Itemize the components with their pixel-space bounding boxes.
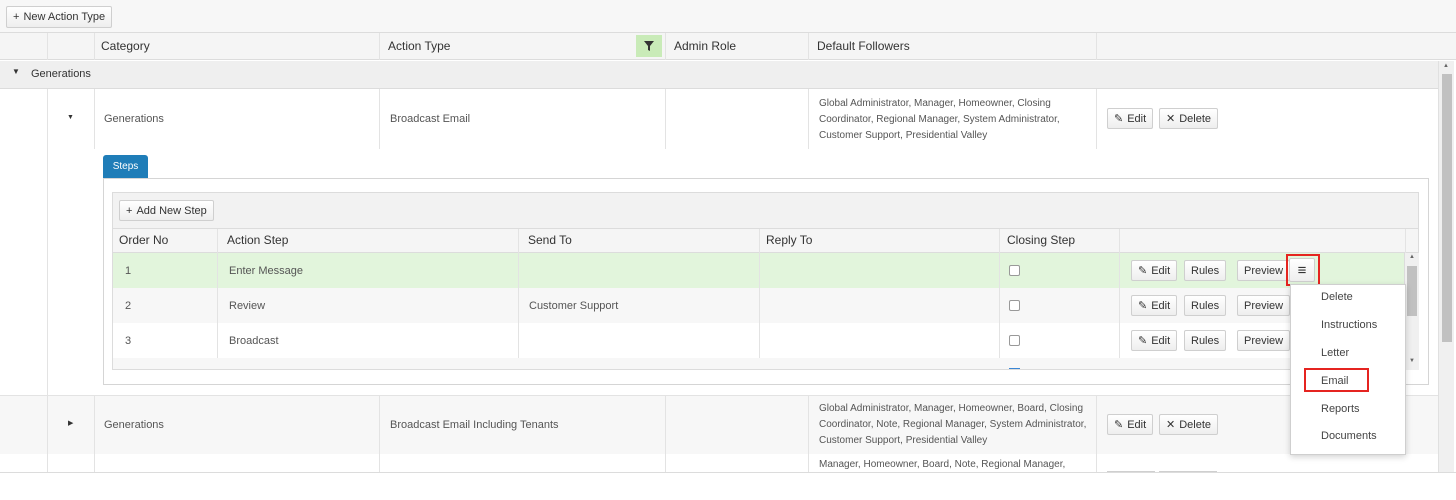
group-label: Generations [31, 68, 91, 80]
edit-step-button[interactable]: ✎ Edit [1131, 260, 1178, 281]
edit-action-type-button[interactable]: ✎ Edit [1107, 108, 1154, 129]
header-action-type[interactable]: Action Type [388, 33, 450, 59]
edit-action-type-button[interactable]: ✎ Edit [1107, 414, 1154, 435]
new-action-type-button[interactable]: + New Action Type [6, 6, 113, 28]
step-send-to: Customer Support [529, 300, 619, 312]
menu-item-delete[interactable]: Delete [1321, 291, 1353, 303]
scroll-thumb[interactable] [1407, 266, 1417, 316]
header-send-to[interactable]: Send To [528, 228, 572, 252]
step-row-partial [112, 358, 1404, 370]
row-action-type: Broadcast Email [390, 113, 471, 125]
header-default-followers[interactable]: Default Followers [817, 33, 910, 59]
header-divider [94, 33, 95, 60]
plus-icon: + [126, 204, 133, 217]
partial-checkbox [1009, 368, 1020, 369]
pencil-icon: ✎ [1138, 335, 1148, 347]
step-order: 3 [125, 335, 132, 347]
header-order-no[interactable]: Order No [119, 228, 168, 252]
closing-step-checkbox[interactable] [1009, 335, 1020, 346]
steps-toolbar [112, 192, 1419, 228]
expand-row-icon[interactable]: ▶ [68, 419, 73, 427]
highlight-more-actions [1286, 254, 1320, 286]
group-row[interactable]: ▼ Generations [0, 61, 1438, 89]
header-category[interactable]: Category [101, 33, 150, 59]
header-closing-step[interactable]: Closing Step [1007, 228, 1075, 252]
rules-step-button[interactable]: Rules [1184, 330, 1227, 351]
pencil-icon: ✎ [1138, 265, 1148, 277]
header-admin-role[interactable]: Admin Role [674, 33, 736, 59]
preview-step-button[interactable]: Preview [1237, 330, 1291, 351]
edit-step-button[interactable]: ✎ Edit [1131, 330, 1178, 351]
header-reply-to[interactable]: Reply To [766, 228, 812, 252]
delete-action-type-button[interactable]: ✕ Delete [1159, 414, 1219, 435]
closing-step-checkbox[interactable] [1009, 300, 1020, 311]
row-followers: Manager, Homeowner, Board, Note, Regiona… [819, 459, 1066, 470]
row-followers: Global Administrator, Manager, Homeowner… [819, 403, 1087, 446]
table-row-partial: Manager, Homeowner, Board, Note, Regiona… [0, 454, 1438, 472]
x-icon: ✕ [1166, 113, 1176, 125]
header-divider [1096, 33, 1097, 60]
preview-step-button[interactable]: Preview [1237, 295, 1291, 316]
pencil-icon: ✎ [1114, 113, 1124, 125]
step-order: 2 [125, 300, 132, 312]
menu-item-instructions[interactable]: Instructions [1321, 319, 1377, 331]
step-order: 1 [125, 265, 132, 277]
row-category: Generations [104, 419, 164, 431]
filter-icon [644, 41, 654, 51]
rules-step-button[interactable]: Rules [1184, 260, 1227, 281]
new-action-type-label: New Action Type [23, 11, 106, 23]
pencil-icon: ✎ [1114, 419, 1124, 431]
action-type-filter-button[interactable] [636, 35, 662, 57]
detail-divider [47, 149, 48, 395]
collapse-row-icon[interactable]: ▼ [67, 114, 74, 121]
tab-steps[interactable]: Steps [103, 155, 148, 178]
menu-item-reports[interactable]: Reports [1321, 403, 1360, 415]
step-name: Broadcast [229, 335, 279, 347]
table-row: ▶ Generations Broadcast Email Including … [0, 396, 1438, 454]
header-divider [808, 33, 809, 60]
table-row: ▼ Generations Broadcast Email Global Adm… [0, 89, 1438, 149]
scroll-down-arrow-icon[interactable]: ▼ [1409, 358, 1415, 364]
grid-footer [0, 472, 1456, 500]
x-icon: ✕ [1166, 419, 1176, 431]
edit-step-button[interactable]: ✎ Edit [1131, 295, 1178, 316]
step-name: Enter Message [229, 265, 303, 277]
steps-grid-header: Order No Action Step Send To Reply To Cl… [112, 228, 1419, 253]
row-action-type: Broadcast Email Including Tenants [390, 419, 559, 431]
main-scrollbar[interactable]: ▲ [1438, 61, 1454, 472]
row-followers: Global Administrator, Manager, Homeowner… [819, 98, 1060, 141]
pencil-icon: ✎ [1138, 300, 1148, 312]
add-new-step-button[interactable]: + Add New Step [119, 200, 214, 221]
plus-icon: + [13, 11, 20, 23]
highlight-email [1304, 368, 1369, 392]
row-category: Generations [104, 113, 164, 125]
main-grid-header: Category Action Type Admin Role Default … [0, 33, 1456, 60]
top-toolbar [0, 0, 1456, 33]
preview-step-button[interactable]: Preview [1237, 260, 1291, 281]
menu-item-letter[interactable]: Letter [1321, 347, 1349, 359]
scroll-up-arrow-icon[interactable]: ▲ [1409, 254, 1415, 260]
header-action-step[interactable]: Action Step [227, 228, 288, 252]
closing-step-checkbox[interactable] [1009, 265, 1020, 276]
scroll-up-arrow-icon[interactable]: ▲ [1443, 63, 1449, 69]
header-divider [47, 33, 48, 60]
header-divider [379, 33, 380, 60]
delete-action-type-button[interactable]: ✕ Delete [1159, 108, 1219, 129]
collapse-group-icon[interactable]: ▼ [12, 67, 20, 76]
scroll-thumb[interactable] [1442, 74, 1452, 342]
header-divider [665, 33, 666, 60]
menu-item-documents[interactable]: Documents [1321, 430, 1377, 442]
step-name: Review [229, 300, 266, 312]
steps-scrollbar[interactable]: ▲ ▼ [1404, 253, 1419, 370]
rules-step-button[interactable]: Rules [1184, 295, 1227, 316]
